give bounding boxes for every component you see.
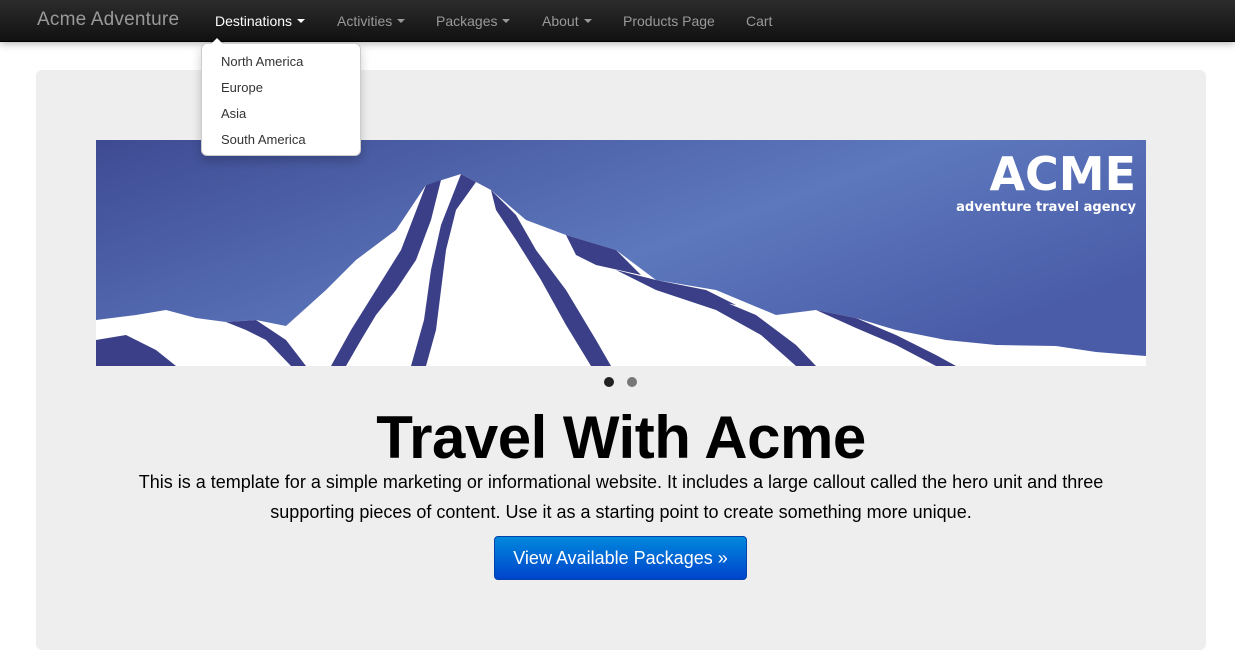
dropdown-arrow-inner [211,38,223,44]
nav-destinations[interactable]: Destinations [215,13,306,29]
carousel-banner-image[interactable]: ACME adventure travel agency [96,140,1146,366]
menu-item-north-america[interactable]: North America [221,54,303,69]
nav-destinations-label: Destinations [215,13,293,29]
nav-products-page[interactable]: Products Page [623,13,715,29]
caret-down-icon [397,19,406,24]
nav-about-label: About [542,13,579,29]
hero-unit: ACME adventure travel agency Travel With… [36,70,1206,650]
hero-description: This is a template for a simple marketin… [138,472,1104,522]
destinations-dropdown-menu: North America Europe Asia South America [201,36,361,156]
caret-down-icon [583,19,592,24]
carousel-indicator-1[interactable] [604,377,614,387]
brand-link[interactable]: Acme Adventure [37,9,179,31]
top-navbar: Acme Adventure Destinations Activities P… [0,0,1235,42]
nav-cart[interactable]: Cart [746,13,772,29]
nav-packages[interactable]: Packages [436,13,511,29]
nav-activities-label: Activities [337,13,393,29]
carousel-indicator-2[interactable] [627,377,637,387]
menu-item-asia[interactable]: Asia [221,106,246,121]
banner-logo-tagline: adventure travel agency [956,200,1136,215]
caret-down-icon [297,19,306,24]
view-packages-button[interactable]: View Available Packages » [494,536,747,580]
caret-down-icon [502,19,511,24]
nav-activities[interactable]: Activities [337,13,406,29]
banner-logo-text: ACME [989,147,1136,201]
menu-item-south-america[interactable]: South America [221,132,306,147]
mountain-banner-graphic: ACME adventure travel agency [96,140,1146,366]
menu-item-europe[interactable]: Europe [221,80,263,95]
nav-packages-label: Packages [436,13,498,29]
hero-title: Travel With Acme [376,404,866,471]
nav-about[interactable]: About [542,13,592,29]
